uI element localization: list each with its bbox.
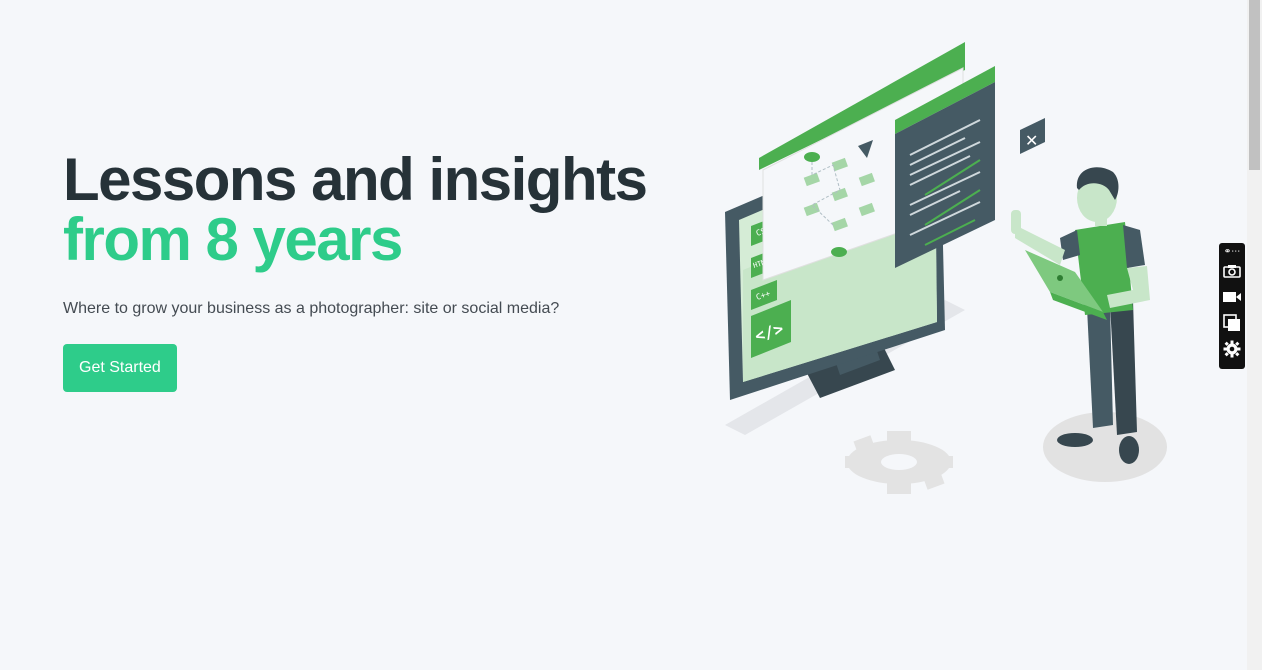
hero-title-line1: Lessons and insights	[63, 146, 648, 213]
landing-page: Lessons and insights from 8 years Where …	[0, 0, 1262, 670]
get-started-button[interactable]: Get Started	[63, 344, 177, 392]
close-badge-icon: ✕	[1020, 118, 1045, 154]
svg-text:✕: ✕	[1025, 131, 1038, 150]
hero-section: Lessons and insights from 8 years Where …	[63, 150, 683, 392]
gear-icon	[845, 431, 953, 494]
page-scrollbar[interactable]	[1247, 0, 1262, 670]
hero-title-accent: from 8 years	[63, 206, 403, 273]
copy-icon[interactable]	[1221, 310, 1243, 336]
hero-title: Lessons and insights from 8 years	[63, 150, 683, 270]
gear-icon[interactable]	[1221, 336, 1243, 362]
link-more-icon[interactable]: ⚭⋯	[1224, 246, 1241, 258]
floating-toolbar: ⚭⋯	[1219, 243, 1245, 369]
developer-illustration: CSS HTML C++ </>	[725, 42, 1167, 494]
hero-subtitle: Where to grow your business as a photogr…	[63, 300, 560, 317]
video-icon[interactable]	[1221, 284, 1243, 310]
camera-icon[interactable]	[1221, 258, 1243, 284]
scrollbar-thumb[interactable]	[1249, 0, 1260, 170]
